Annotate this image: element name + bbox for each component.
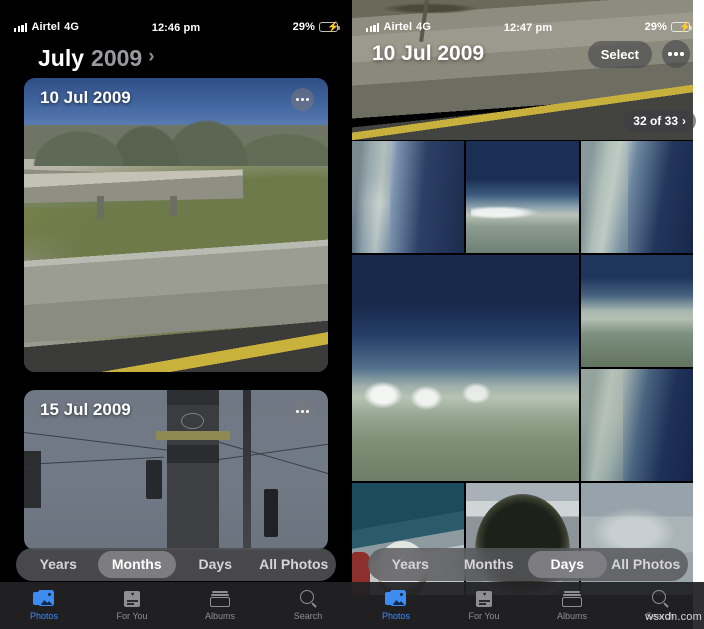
day-header: 10 Jul 2009 Select <box>352 36 704 72</box>
segment-years[interactable]: Years <box>19 551 98 578</box>
network-type: 4G <box>416 21 432 33</box>
tab-label: For You <box>468 611 500 621</box>
select-button[interactable]: Select <box>587 40 652 68</box>
albums-icon <box>209 590 231 608</box>
battery-charging-low-power-icon: ⚡ <box>318 22 341 33</box>
clock-time: 12:47 pm <box>503 22 553 34</box>
chevron-right-icon[interactable]: › <box>148 46 154 68</box>
photo-count-badge[interactable]: 32 of 33 › <box>623 110 696 132</box>
months-header[interactable]: July 2009 › <box>0 40 352 76</box>
tab-albums[interactable]: Albums <box>528 582 616 629</box>
ellipsis-icon[interactable] <box>662 40 690 68</box>
photos-icon <box>33 590 55 608</box>
month-label: July <box>38 44 85 71</box>
segment-years[interactable]: Years <box>371 551 450 578</box>
for-you-icon: ♥ <box>473 590 495 608</box>
cellular-bars-icon <box>14 22 28 32</box>
segment-all-photos[interactable]: All Photos <box>255 551 334 578</box>
status-bar-left-group: Airtel 4G <box>366 21 473 33</box>
battery-charging-low-power-icon: ⚡ <box>670 22 693 33</box>
tab-label: Search <box>293 611 323 621</box>
search-icon <box>649 590 671 608</box>
screenshot-root: Airtel 4G 12:46 pm 29% ⚡ July 2009 › 10 … <box>0 0 704 629</box>
albums-icon <box>561 590 583 608</box>
ellipsis-icon[interactable] <box>291 88 314 111</box>
year-label: 2009 <box>91 44 143 71</box>
grid-photo-cell[interactable] <box>466 141 579 253</box>
cellular-bars-icon <box>366 22 380 32</box>
status-bar-right-group: 29% ⚡ <box>231 21 341 33</box>
month-card[interactable]: 10 Jul 2009 <box>24 78 328 372</box>
status-bar-center-group: 12:47 pm <box>473 18 583 36</box>
carrier-name: Airtel <box>31 21 61 33</box>
highway-overpass-photo[interactable] <box>24 78 328 372</box>
card-date-label: 10 Jul 2009 <box>40 88 131 107</box>
grid-photo-cell[interactable] <box>580 369 693 481</box>
tab-albums[interactable]: Albums <box>176 582 264 629</box>
scroll-gutter <box>693 0 704 629</box>
segment-days[interactable]: Days <box>176 551 255 578</box>
tab-label: Photos <box>29 611 59 621</box>
photo-count-label: 32 of 33 <box>633 114 678 128</box>
segment-days[interactable]: Days <box>528 551 607 578</box>
grid-photo-cell[interactable] <box>352 141 465 253</box>
status-bar-right: Airtel 4G 12:47 pm 29% ⚡ <box>352 0 704 40</box>
network-type: 4G <box>64 21 80 33</box>
for-you-icon: ♥ <box>121 590 143 608</box>
status-bar-left-group: Airtel 4G <box>14 21 121 33</box>
left-phone-screen: Airtel 4G 12:46 pm 29% ⚡ July 2009 › 10 … <box>0 0 352 629</box>
card-date-label: 15 Jul 2009 <box>40 400 131 419</box>
search-icon <box>297 590 319 608</box>
photos-icon <box>385 590 407 608</box>
status-bar-center-group: 12:46 pm <box>121 18 231 36</box>
segment-months[interactable]: Months <box>450 551 529 578</box>
timeline-segmented-control-left[interactable]: Years Months Days All Photos <box>16 548 336 581</box>
tab-label: Albums <box>204 611 235 621</box>
grid-photo-cell[interactable] <box>580 141 693 253</box>
grid-photo-cell[interactable] <box>580 255 693 367</box>
site-watermark: wsxdn.com <box>645 611 702 623</box>
ellipsis-icon[interactable] <box>291 400 314 423</box>
timeline-segmented-control-right[interactable]: Years Months Days All Photos <box>368 548 688 581</box>
carrier-name: Airtel <box>383 21 413 33</box>
tab-label: Photos <box>381 611 411 621</box>
segment-months[interactable]: Months <box>97 551 176 578</box>
tab-label: For You <box>116 611 148 621</box>
tab-for-you[interactable]: ♥ For You <box>440 582 528 629</box>
page-title: 10 Jul 2009 <box>372 42 485 65</box>
tab-bar-left: Photos ♥ For You Albums Search <box>0 582 352 629</box>
grid-photo-cell[interactable] <box>352 255 579 481</box>
tab-search[interactable]: Search <box>264 582 352 629</box>
battery-percent: 29% <box>644 21 667 33</box>
day-header-actions: Select <box>587 40 690 68</box>
tab-label: Albums <box>556 611 587 621</box>
tab-photos[interactable]: Photos <box>352 582 440 629</box>
chevron-right-icon: › <box>682 114 686 128</box>
tab-for-you[interactable]: ♥ For You <box>88 582 176 629</box>
battery-percent: 29% <box>292 21 315 33</box>
month-card-list: 10 Jul 2009 15 Jul 2009 <box>0 78 352 629</box>
status-bar-left: Airtel 4G 12:46 pm 29% ⚡ <box>0 0 352 40</box>
segment-all-photos[interactable]: All Photos <box>607 551 686 578</box>
status-bar-right-group: 29% ⚡ <box>583 21 693 33</box>
tab-photos[interactable]: Photos <box>0 582 88 629</box>
right-phone-screen: Airtel 4G 12:47 pm 29% ⚡ 10 Jul 2009 Sel… <box>352 0 704 629</box>
clock-time: 12:46 pm <box>151 22 201 34</box>
month-card[interactable]: 15 Jul 2009 <box>24 390 328 550</box>
